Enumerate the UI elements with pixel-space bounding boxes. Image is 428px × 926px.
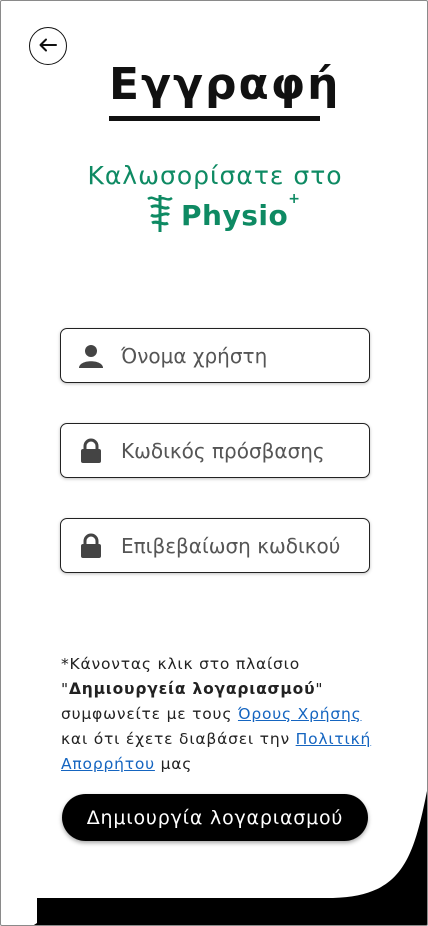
welcome-text: Καλωσορίσατε στο: [87, 161, 343, 190]
caduceus-icon: [147, 193, 173, 237]
terms-bold: Δημιουργεία λογαριασμού: [68, 680, 316, 698]
title-underline: [109, 116, 320, 121]
lock-icon: [61, 533, 121, 559]
terms-notice: *Κάνοντας κλικ στο πλαίσιο "Δημιουργεία λ…: [61, 655, 372, 773]
create-account-button[interactable]: Δημιουργία λογαριασμού: [62, 794, 368, 841]
confirm-password-field[interactable]: [60, 518, 370, 573]
confirm-password-input[interactable]: [121, 533, 351, 558]
username-input[interactable]: [121, 343, 351, 368]
terms-text: *Κάνοντας κλικ στο πλαίσιο: [61, 655, 301, 673]
lock-icon: [61, 438, 121, 464]
brand-plus: +: [288, 190, 301, 207]
user-icon: [61, 344, 121, 368]
terms-of-use-link[interactable]: Όρους Χρήσης: [238, 705, 362, 723]
brand-name: Physio+: [181, 190, 301, 232]
username-field[interactable]: [60, 328, 370, 383]
arrow-left-icon: [39, 37, 57, 56]
brand-logo: Physio+: [147, 190, 301, 237]
password-input[interactable]: [121, 438, 351, 463]
password-field[interactable]: [60, 423, 370, 478]
signup-screen: Εγγραφή Καλωσορίσατε στο Physio+ Όνομα χ…: [0, 0, 428, 926]
back-button[interactable]: [29, 27, 67, 65]
page-title: Εγγραφή: [109, 59, 341, 110]
